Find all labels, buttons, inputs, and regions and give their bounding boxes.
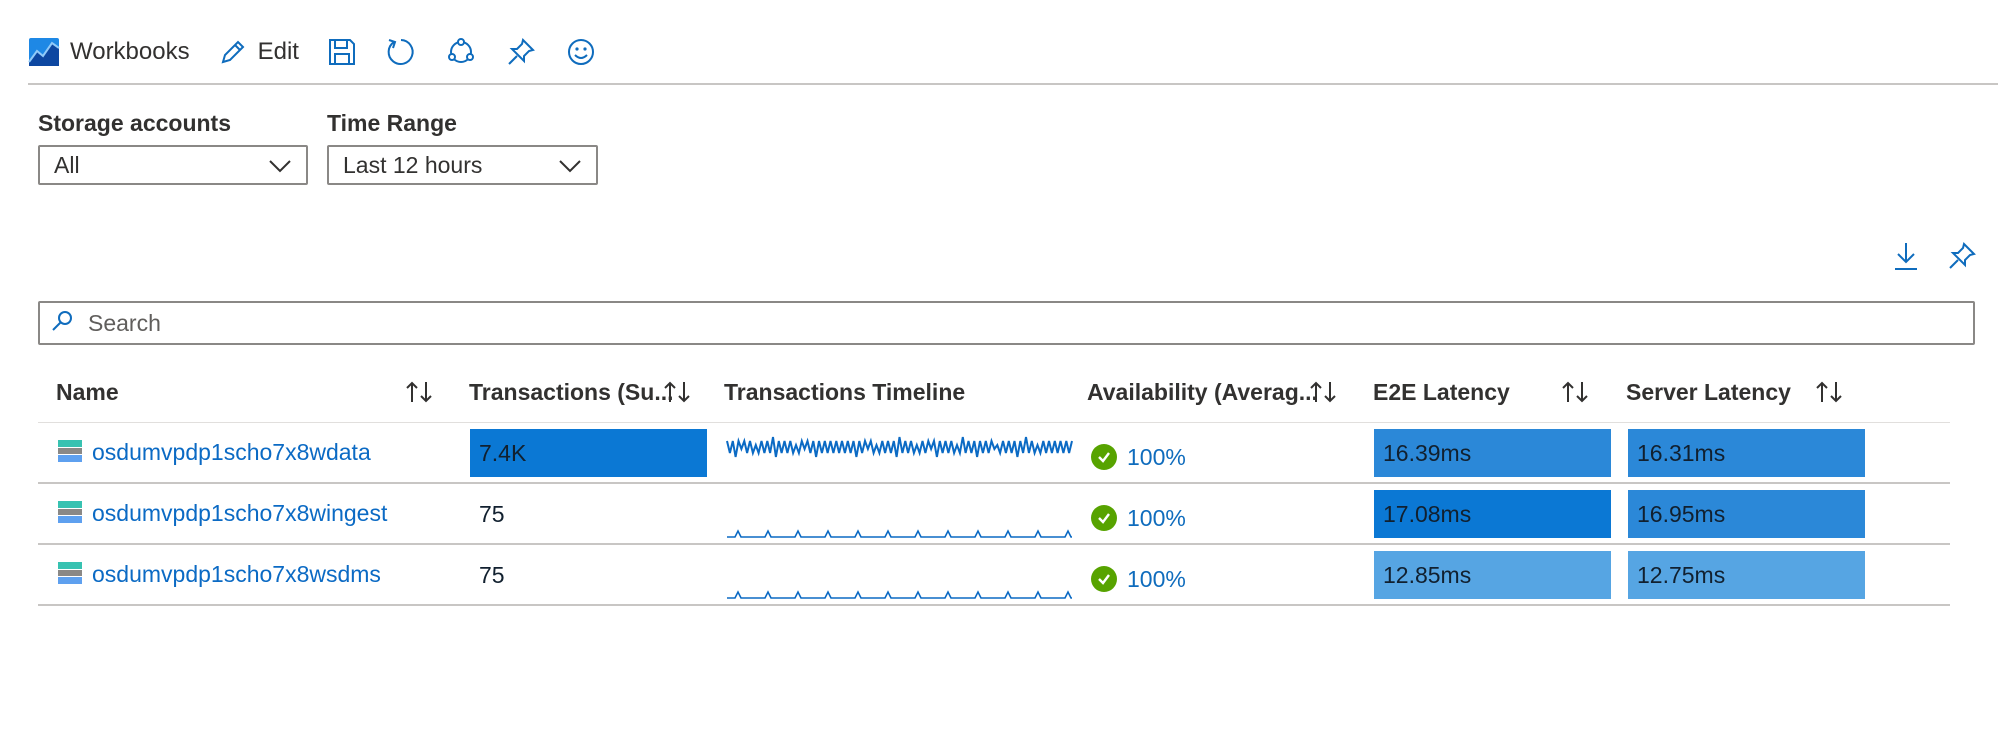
share-icon [445,36,477,68]
sparkline-path [726,436,1073,458]
grid-pin-button[interactable] [1946,240,1978,277]
column-header-label: Transactions (Su... [469,378,674,405]
sort-icon[interactable] [662,380,692,409]
column-header-timeline[interactable]: Transactions Timeline [724,372,965,412]
column-header-transactions[interactable]: Transactions (Su... [469,372,674,412]
refresh-button[interactable] [385,24,417,80]
column-header-availability[interactable]: Availability (Averag... [1087,372,1318,412]
row-divider [38,604,1950,606]
column-header-label: E2E Latency [1373,378,1510,405]
column-header-label: Transactions Timeline [724,378,966,405]
transactions-timeline-sparkline [726,520,1073,540]
availability-cell: 100% [1091,564,1186,594]
table-row-name-link[interactable]: osdumvpdp1scho7x8wingest [92,497,387,529]
pin-icon [1946,242,1978,276]
sort-icon[interactable] [1560,380,1590,409]
e2e-latency-bar: 16.39ms [1374,429,1611,477]
sort-icon[interactable] [1814,380,1844,409]
chevron-down-icon [268,152,292,179]
column-header-server-latency[interactable]: Server Latency [1626,372,1791,412]
table-row-name-link[interactable]: osdumvpdp1scho7x8wsdms [92,558,381,590]
storage-accounts-label: Storage accounts [38,110,231,136]
save-button[interactable] [327,24,357,80]
pin-button[interactable] [505,24,537,80]
workbooks-icon [28,37,60,67]
edit-icon [218,37,248,67]
column-header-label: Name [56,378,119,405]
storage-account-icon [57,439,83,468]
column-header-name[interactable]: Name [56,372,119,412]
download-icon [1892,243,1920,276]
storage-accounts-dropdown[interactable]: All [38,145,308,185]
feedback-icon [565,36,597,68]
column-header-label: Availability (Averag... [1087,378,1318,405]
edit-label: Edit [257,38,299,65]
search-box [38,301,1975,345]
share-button[interactable] [445,24,477,80]
row-divider [38,543,1950,545]
search-input[interactable] [86,308,1890,338]
time-range-label: Time Range [327,110,457,136]
time-range-dropdown[interactable]: Last 12 hours [327,145,598,185]
toolbar: Workbooks Edit [28,24,1998,80]
column-header-e2e-latency[interactable]: E2E Latency [1373,372,1510,412]
sparkline-path [727,590,1072,599]
availability-link[interactable]: 100% [1127,444,1186,471]
storage-account-icon [57,500,83,529]
server-latency-bar: 16.31ms [1628,429,1865,477]
chevron-down-icon [558,152,582,179]
save-icon [327,37,357,67]
storage-account-icon [57,561,83,590]
transactions-bar: 7.4K [470,429,707,477]
server-latency-bar: 12.75ms [1628,551,1865,599]
refresh-icon [385,36,417,68]
availability-cell: 100% [1091,442,1186,472]
success-check-icon [1091,566,1117,592]
table-row-name-link[interactable]: osdumvpdp1scho7x8wdata [92,436,371,468]
transactions-bar: 75 [479,561,505,588]
feedback-button[interactable] [565,24,597,80]
sort-icon[interactable] [404,380,434,409]
workbooks-button[interactable]: Workbooks [28,24,190,80]
e2e-latency-bar: 17.08ms [1374,490,1611,538]
transactions-timeline-sparkline [726,581,1073,601]
transactions-timeline-sparkline [726,432,1073,462]
e2e-latency-bar: 12.85ms [1374,551,1611,599]
storage-accounts-value: All [54,151,80,178]
server-latency-bar: 16.95ms [1628,490,1865,538]
edit-button[interactable]: Edit [218,24,299,80]
success-check-icon [1091,505,1117,531]
availability-link[interactable]: 100% [1127,505,1186,532]
time-range-value: Last 12 hours [343,151,483,178]
search-icon [50,309,74,338]
availability-link[interactable]: 100% [1127,566,1186,593]
row-divider [38,482,1950,484]
availability-cell: 100% [1091,503,1186,533]
sort-icon[interactable] [1308,380,1338,409]
sparkline-path [727,529,1072,538]
column-header-label: Server Latency [1626,378,1791,405]
header-divider [38,422,1950,423]
pin-icon [505,36,537,68]
workbooks-label: Workbooks [70,38,190,65]
transactions-bar: 75 [479,500,505,527]
toolbar-divider [28,83,1998,85]
download-button[interactable] [1892,240,1920,277]
success-check-icon [1091,444,1117,470]
